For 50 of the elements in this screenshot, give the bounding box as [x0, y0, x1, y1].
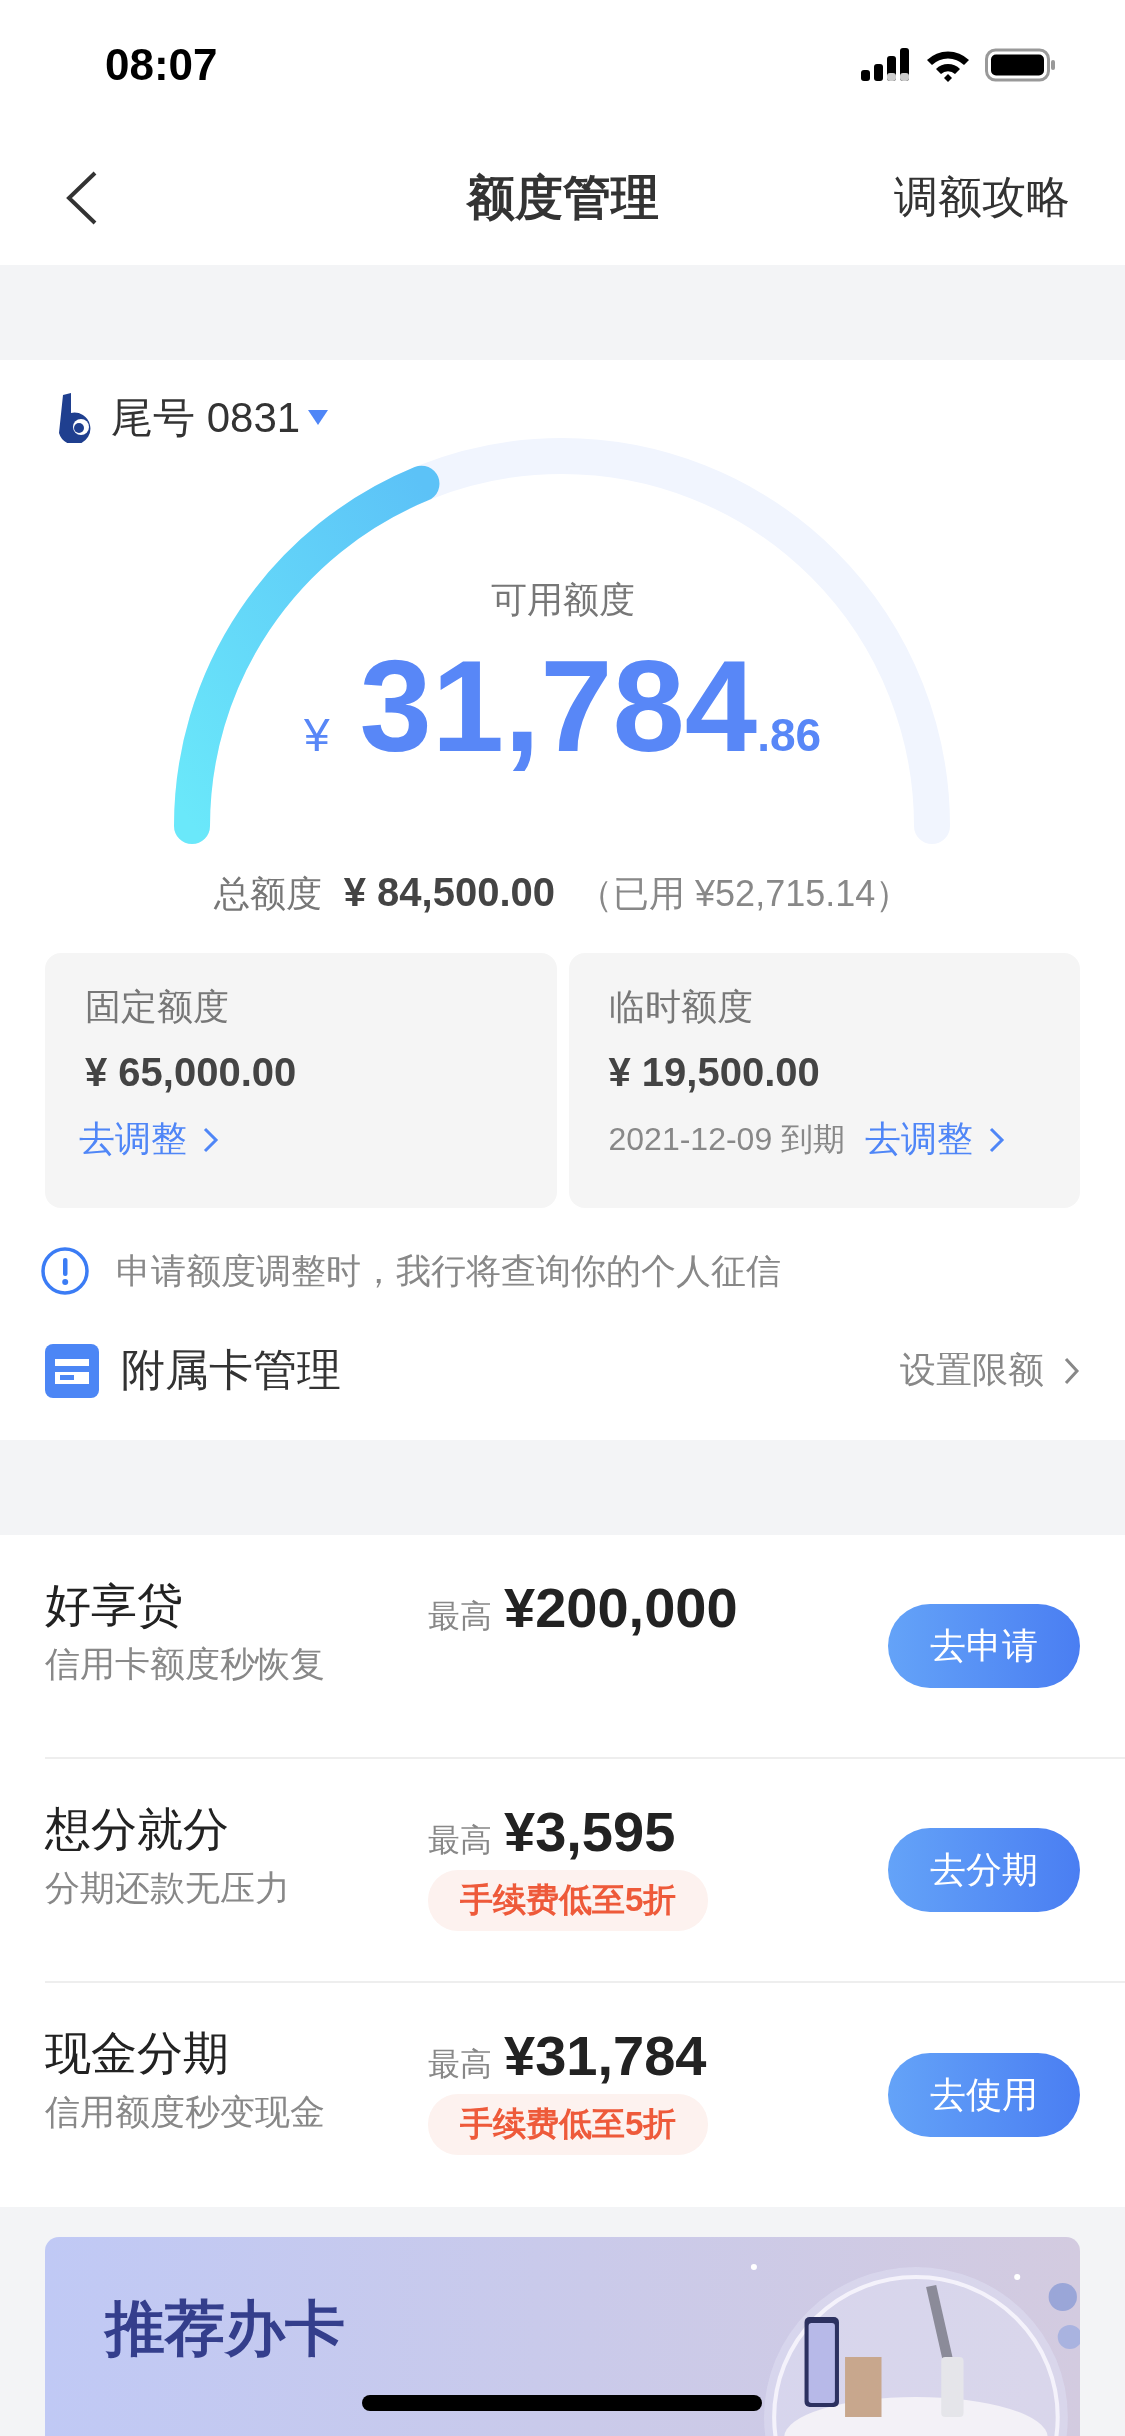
- max-amount: ¥200,000: [504, 1575, 738, 1640]
- product-button[interactable]: 去申请: [888, 1604, 1080, 1688]
- back-icon[interactable]: [65, 169, 99, 226]
- product-button[interactable]: 去使用: [888, 2053, 1080, 2137]
- product-description: 分期还款无压力: [45, 1867, 291, 1909]
- supplementary-card-title: 附属卡管理: [121, 1344, 341, 1396]
- card-icon: [45, 1343, 99, 1398]
- discount-tag: 手续费低至5折: [428, 1870, 709, 1931]
- adjust-link[interactable]: 去调整: [865, 1115, 1006, 1164]
- amount-decimal: .86: [757, 708, 822, 762]
- chevron-icon: [203, 1126, 219, 1153]
- chevron-icon: [1064, 1356, 1080, 1385]
- product-name: 好享贷: [45, 1578, 184, 1633]
- wifi-icon: [925, 48, 971, 82]
- max-label: 最高: [428, 1597, 492, 1636]
- info-icon: [40, 1246, 90, 1296]
- notice-text: 申请额度调整时，我行将查询你的个人征信: [116, 1249, 781, 1292]
- chevron-icon: [989, 1126, 1006, 1153]
- total-amount: ¥ 84,500.00: [343, 870, 556, 915]
- product-button[interactable]: 去分期: [888, 1828, 1080, 1912]
- max-amount: ¥3,595: [504, 1799, 676, 1864]
- page-title: 额度管理: [465, 169, 660, 226]
- max-label: 最高: [428, 2045, 492, 2084]
- limit-title: 固定额度: [85, 985, 230, 1029]
- expiry-date: 2021-12-09 到期: [608, 1119, 846, 1159]
- battery-icon: [985, 48, 1055, 82]
- available-amount: 31,784: [359, 635, 758, 778]
- max-label: 最高: [428, 1821, 492, 1860]
- adjust-link[interactable]: 去调整: [79, 1115, 219, 1164]
- product-description: 信用卡额度秒恢复: [45, 1643, 326, 1685]
- product-name: 现金分期: [45, 2026, 230, 2081]
- product-name: 想分就分: [45, 1802, 230, 1857]
- dropdown-caret-icon: [308, 410, 329, 426]
- limit-amount: ¥ 65,000.00: [85, 1050, 298, 1095]
- promo-banner[interactable]: 推荐办卡: [45, 2237, 1080, 2436]
- currency-symbol: ¥: [303, 708, 330, 762]
- set-limit-link[interactable]: 设置限额: [900, 1346, 1080, 1395]
- signal-icon: [861, 48, 911, 82]
- guide-link[interactable]: 调额攻略: [894, 168, 1070, 227]
- discount-tag: 手续费低至5折: [428, 2094, 709, 2155]
- product-description: 信用额度秒变现金: [45, 2091, 326, 2133]
- available-label: 可用额度: [490, 578, 635, 622]
- total-label: 总额度: [213, 872, 322, 916]
- status-time: 08:07: [105, 40, 218, 90]
- limit-amount: ¥ 19,500.00: [608, 1050, 821, 1095]
- used-amount: （已用 ¥52,715.14）: [577, 872, 912, 916]
- max-amount: ¥31,784: [504, 2023, 707, 2088]
- account-selector[interactable]: 尾号 0831: [0, 390, 329, 446]
- banner-title: 推荐办卡: [105, 2294, 345, 2364]
- limit-title: 临时额度: [608, 985, 754, 1029]
